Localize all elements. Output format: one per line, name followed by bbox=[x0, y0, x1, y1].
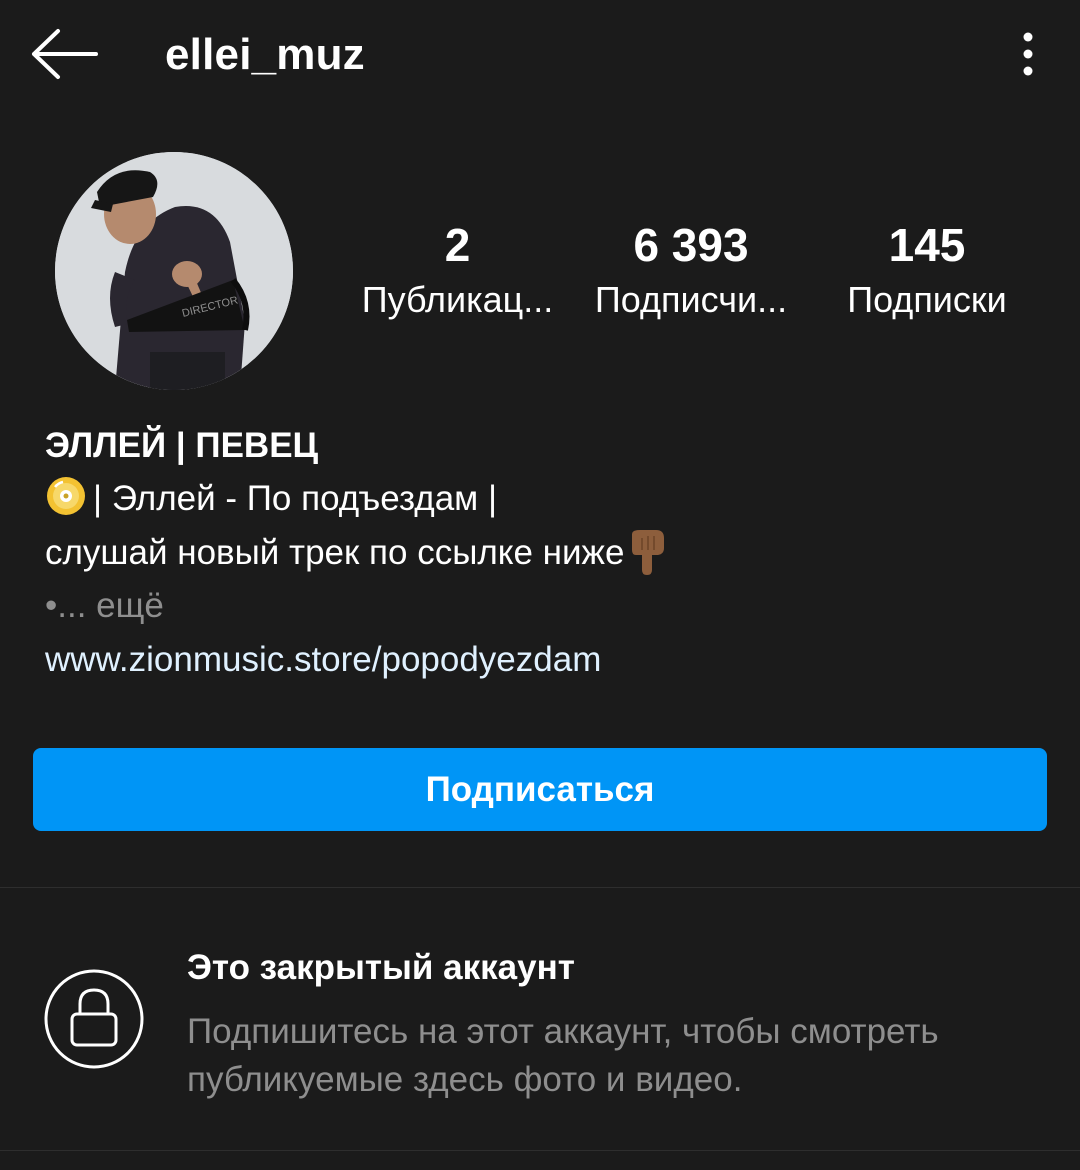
followers-label: Подписчи... bbox=[594, 279, 788, 320]
divider bbox=[0, 887, 1080, 888]
arrow-left-icon[interactable] bbox=[30, 28, 100, 80]
posts-label: Публикац... bbox=[361, 279, 554, 320]
lock-icon bbox=[44, 969, 144, 1069]
more-vertical-icon[interactable] bbox=[1013, 30, 1043, 78]
following-label: Подписки bbox=[847, 279, 1007, 320]
bio-more-link[interactable]: •... ещё bbox=[45, 580, 1045, 632]
backhand-index-pointing-down-emoji bbox=[632, 530, 665, 575]
bio-line-1: | Эллей - По подъездам | bbox=[45, 472, 1045, 526]
follow-button[interactable]: Подписаться bbox=[33, 748, 1047, 831]
stat-posts[interactable]: 2 Публикац... bbox=[345, 215, 570, 325]
followers-count: 6 393 bbox=[633, 219, 749, 271]
bio-line-2: слушай новый трек по ссылке ниже bbox=[45, 526, 1045, 580]
private-account-title: Это закрытый аккаунт bbox=[187, 948, 575, 987]
profile-bio: ЭЛЛЕЙ | ПЕВЕЦ | Эллей - По подъездам | с… bbox=[45, 420, 1045, 688]
bio-website-link[interactable]: www.zionmusic.store/popodyezdam bbox=[45, 632, 1045, 688]
private-account-description: Подпишитесь на этот аккаунт, чтобы смотр… bbox=[187, 1012, 939, 1099]
divider bbox=[0, 1150, 1080, 1151]
stat-following[interactable]: 145 Подписки bbox=[828, 215, 1026, 325]
profile-username: ellei_muz bbox=[165, 30, 365, 79]
posts-count: 2 bbox=[444, 219, 471, 271]
profile-stats: 2 Публикац... 6 393 Подписчи... 145 Подп… bbox=[0, 215, 1080, 335]
dvd-disc-emoji bbox=[47, 477, 85, 515]
bio-line-1-text: | Эллей - По подъездам | bbox=[93, 479, 498, 518]
top-bar: ellei_muz bbox=[0, 0, 1080, 110]
profile-display-name: ЭЛЛЕЙ | ПЕВЕЦ bbox=[45, 426, 319, 465]
bio-line-2-text: слушай новый трек по ссылке ниже bbox=[45, 533, 625, 572]
private-account-notice: Это закрытый аккаунт Подпишитесь на этот… bbox=[0, 890, 1080, 1150]
stat-followers[interactable]: 6 393 Подписчи... bbox=[580, 215, 802, 325]
following-count: 145 bbox=[888, 219, 966, 271]
